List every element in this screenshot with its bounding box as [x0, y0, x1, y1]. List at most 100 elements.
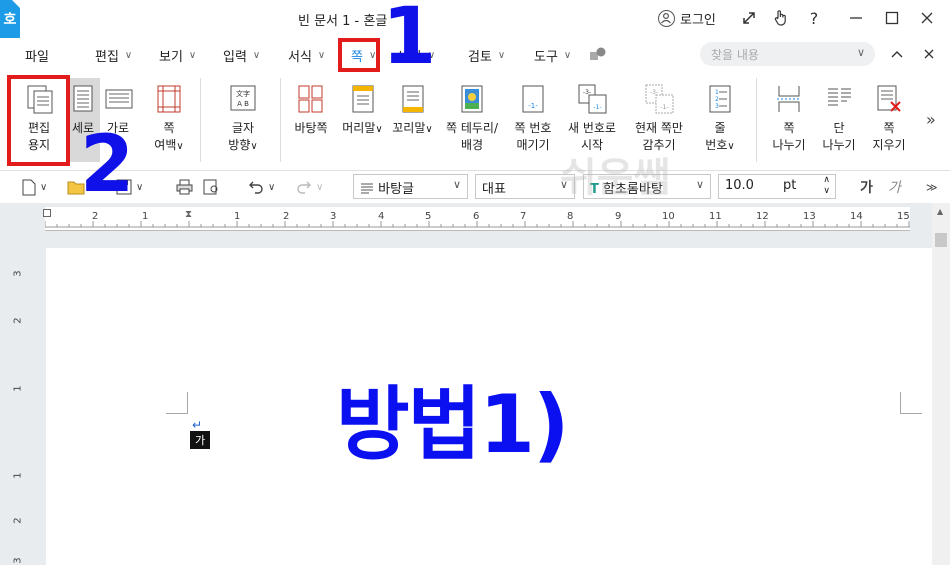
format-toolbar: ∨ ∨ ∨ ∨ ∨ 바탕글 ∨ 대표 ∨ T 함초롬바탕 ∨ 10.0 pt ∧…: [0, 170, 950, 202]
page-border-label-2: 배경: [460, 138, 484, 152]
expand-icon[interactable]: [736, 6, 762, 30]
close-doc-icon[interactable]: [916, 42, 942, 66]
text-direction-label-1: 글자: [231, 121, 255, 135]
help-button[interactable]: ?: [801, 6, 827, 30]
new-number-label-1: 새 번호로: [568, 121, 616, 135]
ribbon-more-button[interactable]: »: [926, 110, 936, 129]
line-number-label-1: 줄: [714, 121, 726, 135]
header-button[interactable]: 머리말∨: [335, 80, 390, 138]
chevron-down-icon: ∨: [252, 50, 261, 61]
new-number-button[interactable]: -3- -1- 새 번호로 시작: [560, 80, 624, 154]
ruler-number: 2: [92, 211, 99, 222]
menu-view[interactable]: 보기 ∨: [159, 46, 196, 65]
horizontal-ruler[interactable]: 2 1 1 2 3 4 5 6 7 8 9 10 11 12 13 14 15 ⧗: [43, 207, 910, 231]
size-stepper[interactable]: ∧ ∨: [823, 175, 830, 197]
font-size-value: 10.0: [725, 178, 754, 193]
vertical-ruler[interactable]: 3 2 1 1 2 3: [6, 240, 26, 565]
redo-icon: [297, 181, 311, 194]
menu-edit[interactable]: 편집 ∨: [95, 46, 132, 65]
vertical-ruler-number: 1: [12, 385, 24, 392]
first-line-indent-marker[interactable]: ⧗: [185, 209, 192, 220]
style-value: 바탕글: [378, 182, 415, 197]
chevron-down-icon: ∨: [40, 181, 48, 193]
text-direction-icon: 文字 A B: [229, 84, 257, 114]
svg-text:文字: 文字: [236, 89, 250, 98]
chevron-down-icon: ∨: [563, 50, 572, 61]
app-logo-icon[interactable]: 호: [0, 0, 20, 38]
vertical-ruler-number: 3: [12, 270, 24, 277]
chevron-down-icon: ∨: [124, 50, 133, 61]
annotation-number-step1: 1: [382, 0, 437, 82]
menu-format[interactable]: 서식 ∨: [288, 46, 325, 65]
text-direction-button[interactable]: 文字 A B 글자 방향∨: [212, 80, 274, 155]
text-cursor-indicator: 가: [190, 431, 210, 449]
page-corner-mark: [900, 392, 922, 414]
landscape-icon: [104, 84, 133, 114]
menu-review[interactable]: 검토 ∨: [468, 46, 505, 65]
style-select[interactable]: 바탕글 ∨: [353, 174, 468, 199]
page-border-button[interactable]: 쪽 테두리/ 배경: [438, 80, 506, 154]
toolbar-expand-icon[interactable]: ≫: [926, 177, 938, 197]
ruler-number: 5: [425, 211, 432, 222]
left-indent-marker[interactable]: [43, 209, 51, 217]
vertical-scrollbar[interactable]: ▲: [932, 203, 950, 565]
line-number-button[interactable]: 123 줄 번호∨: [690, 80, 750, 155]
login-button[interactable]: 로그인: [658, 9, 716, 28]
annotation-number-step2: 2: [80, 120, 135, 210]
page-number-button[interactable]: -1- 쪽 번호 매기기: [502, 80, 564, 154]
collapse-ribbon-icon[interactable]: [884, 42, 910, 66]
chevron-down-icon: ∨: [136, 181, 144, 193]
menu-file[interactable]: 파일: [25, 46, 49, 65]
scroll-thumb[interactable]: [935, 233, 947, 247]
minimize-button[interactable]: [843, 6, 869, 30]
maximize-button[interactable]: [879, 6, 905, 30]
delete-page-label-2: 지우기: [872, 138, 906, 152]
shapes-icon[interactable]: [585, 42, 611, 66]
delete-page-icon: [875, 84, 903, 114]
hide-current-label-1: 현재 쪽만: [635, 121, 683, 135]
column-break-icon: [825, 84, 853, 114]
line-number-label-2: 번호∨: [705, 138, 735, 152]
page-margin-label-2: 여백∨: [154, 138, 184, 152]
ruler-number: 9: [615, 211, 622, 222]
close-button[interactable]: [914, 6, 940, 30]
footer-button[interactable]: 꼬리말∨: [385, 80, 440, 138]
svg-text:1: 1: [715, 89, 719, 96]
master-page-button[interactable]: 바탕쪽: [282, 80, 340, 137]
menu-tools[interactable]: 도구 ∨: [534, 46, 571, 65]
header-label: 머리말∨: [342, 121, 383, 135]
chevron-down-icon[interactable]: ∨: [857, 46, 865, 59]
page-margin-button[interactable]: 쪽 여백∨: [140, 80, 198, 155]
paragraph-style-icon: [361, 183, 373, 194]
char-shape-button[interactable]: 가: [860, 177, 873, 197]
redo-button[interactable]: ∨: [296, 177, 323, 197]
vertical-ruler-number: 3: [12, 557, 24, 564]
chevron-down-icon: ∨: [497, 50, 506, 61]
hide-current-button[interactable]: -3- -1- 현재 쪽만 감추기: [626, 80, 692, 154]
italic-button[interactable]: 가: [888, 177, 901, 197]
print-button[interactable]: [176, 177, 193, 197]
delete-page-button[interactable]: 쪽 지우기: [860, 80, 918, 154]
footer-icon: [399, 84, 427, 114]
font-size-input[interactable]: 10.0 pt ∧ ∨: [718, 174, 836, 199]
page-break-icon: [775, 84, 803, 114]
ruler-number: 12: [756, 211, 769, 222]
page-margin-label-1: 쪽: [163, 121, 175, 135]
hide-current-icon: -3- -1-: [645, 84, 674, 114]
scroll-up-icon[interactable]: ▲: [937, 207, 943, 216]
print-preview-button[interactable]: [203, 177, 220, 197]
undo-button[interactable]: ∨: [248, 177, 275, 197]
master-page-icon: [297, 84, 325, 114]
new-number-icon: -3- -1-: [578, 84, 607, 114]
window-title: 빈 문서 1 - 혼글: [298, 14, 388, 29]
new-doc-button[interactable]: ∨: [22, 177, 47, 197]
page-border-icon: [458, 84, 486, 114]
font-lang-value: 대표: [482, 182, 506, 197]
touch-mode-icon[interactable]: [768, 6, 794, 30]
search-input[interactable]: 찾을 내용 ∨: [700, 42, 875, 66]
annotation-box-step1: [338, 38, 380, 72]
master-page-label: 바탕쪽: [294, 121, 328, 135]
delete-page-label-1: 쪽: [883, 121, 895, 135]
ruler-number: 10: [662, 211, 675, 222]
menu-insert[interactable]: 입력 ∨: [223, 46, 260, 65]
